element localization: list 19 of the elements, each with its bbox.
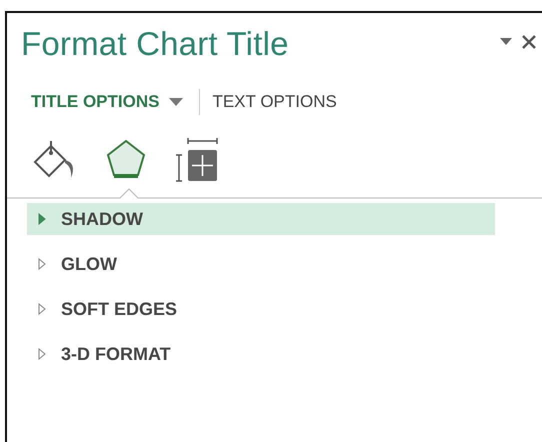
section-header[interactable]: 3-D FORMAT: [27, 338, 495, 370]
section-header[interactable]: GLOW: [27, 248, 495, 280]
section-label: 3-D FORMAT: [61, 344, 171, 364]
expand-icon: [38, 213, 46, 225]
expand-icon: [38, 258, 46, 270]
close-icon[interactable]: [522, 35, 536, 49]
pane-title: Format Chart Title: [21, 25, 289, 63]
section-header[interactable]: SHADOW: [27, 203, 495, 235]
expand-icon: [38, 303, 46, 315]
options-tab[interactable]: TEXT OPTIONS: [212, 92, 337, 112]
caret-icon[interactable]: [169, 98, 184, 106]
section-label: GLOW: [61, 254, 117, 274]
options-tab[interactable]: TITLE OPTIONS: [31, 92, 160, 112]
dropdown-icon[interactable]: [500, 38, 512, 46]
section-label: SOFT EDGES: [61, 298, 178, 320]
expand-icon: [38, 348, 46, 360]
section-label: SHADOW: [61, 208, 143, 230]
size-position-icon[interactable]: [175, 137, 221, 183]
section-header[interactable]: SOFT EDGES: [27, 293, 495, 325]
